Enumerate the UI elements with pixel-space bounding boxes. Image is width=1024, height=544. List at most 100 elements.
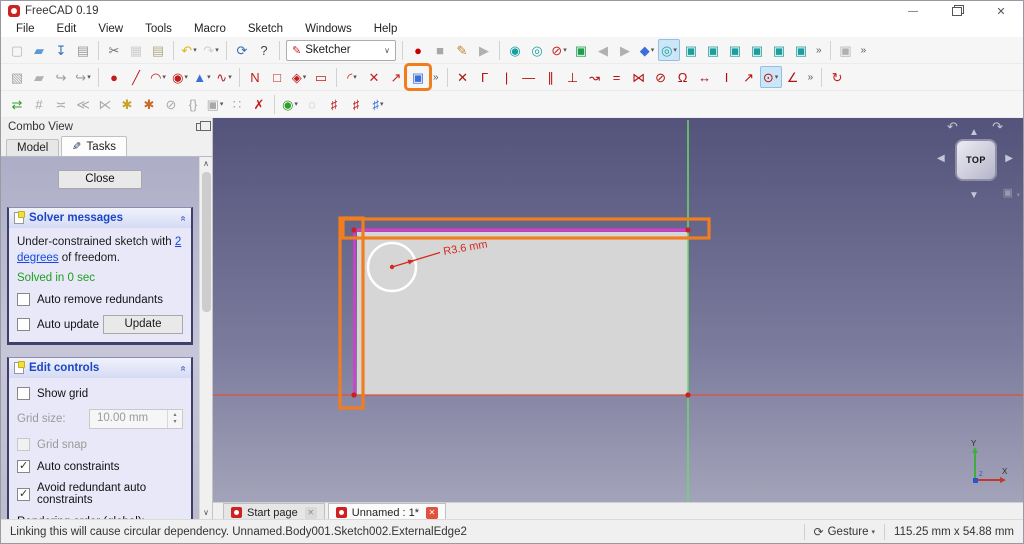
nav-back[interactable]: ◀ (592, 39, 614, 61)
menu-edit[interactable]: Edit (46, 23, 88, 35)
copy[interactable]: ▦ (125, 39, 147, 61)
constrain-vertical[interactable]: | (496, 66, 518, 88)
toolbar-overflow-chevron[interactable]: » (857, 45, 871, 56)
nav-up-arrow-icon[interactable] (969, 127, 979, 138)
nav-style-selector[interactable]: Gesture (814, 525, 876, 539)
view-top[interactable]: ▣ (724, 39, 746, 61)
restore-button[interactable] (935, 1, 979, 21)
update-button[interactable]: Update (103, 315, 183, 334)
scrollbar-thumb[interactable] (202, 172, 211, 312)
constrain-symmetric[interactable]: ⋈ (628, 66, 650, 88)
macro-record[interactable]: ● (407, 39, 429, 61)
scroll-up-icon[interactable] (200, 157, 212, 170)
constrain-parallel[interactable]: ∥ (540, 66, 562, 88)
nav-cube-top-face[interactable]: TOP (955, 139, 997, 181)
scroll-down-icon[interactable] (200, 506, 212, 519)
open-file[interactable]: ▰ (28, 39, 50, 61)
constrain-block[interactable]: ⊘ (650, 66, 672, 88)
undo[interactable]: ↶▾ (178, 39, 200, 61)
create-point[interactable]: ● (103, 66, 125, 88)
zoom-tool[interactable]: ◎▾ (658, 39, 680, 61)
navigation-cube[interactable]: TOP (935, 121, 1015, 201)
avoid-redundant-checkbox[interactable]: Avoid redundant auto constraints (17, 482, 183, 506)
spinner-arrows[interactable] (167, 410, 182, 428)
constrain-tangent[interactable]: ↝ (584, 66, 606, 88)
constrain-distance[interactable]: ↗ (738, 66, 760, 88)
constrain-angle[interactable]: ∠ (782, 66, 804, 88)
close-task-button[interactable]: Close (58, 170, 142, 189)
select-mode[interactable]: ▣ (570, 39, 592, 61)
connect-edges[interactable]: ≍ (50, 93, 72, 115)
macro-play[interactable]: ▶ (473, 39, 495, 61)
restore-internal-geometry[interactable]: ⊘ (160, 93, 182, 115)
constrain-point-on-object[interactable]: Γ (474, 66, 496, 88)
menu-tools[interactable]: Tools (134, 23, 183, 35)
close-shape[interactable]: # (28, 93, 50, 115)
extend-edge[interactable]: ↗ (385, 66, 407, 88)
constrain-perpendicular[interactable]: ⊥ (562, 66, 584, 88)
3d-viewport[interactable]: R3.6 mm TOP (213, 118, 1023, 502)
bspline-degree[interactable]: ♯▾ (367, 93, 389, 115)
view-axonometric[interactable]: ▣ (680, 39, 702, 61)
menu-windows[interactable]: Windows (294, 23, 363, 35)
bspline-knot-multiplicity[interactable]: ♯ (345, 93, 367, 115)
workbench-selector[interactable]: ✎Sketcher∨ (286, 40, 396, 61)
grid-size-spinner[interactable]: 10.00 mm (89, 409, 183, 429)
toggle-driving-constraint[interactable]: ↻ (826, 66, 848, 88)
nav-cube-menu-icon[interactable] (1003, 186, 1013, 199)
auto-constraints-checkbox[interactable]: Auto constraints (17, 460, 183, 473)
menu-help[interactable]: Help (363, 23, 409, 35)
vertex-top-left[interactable] (351, 227, 356, 232)
edit-controls-header[interactable]: Edit controls (9, 358, 191, 378)
refresh[interactable]: ⟳ (231, 39, 253, 61)
symmetry-tool[interactable]: {} (182, 93, 204, 115)
sketch-canvas[interactable]: R3.6 mm (213, 118, 1023, 502)
create-circle[interactable]: ◉▾ (169, 66, 191, 88)
dock-views[interactable]: ▣ (835, 39, 857, 61)
cut[interactable]: ✂ (103, 39, 125, 61)
close-tab-icon[interactable] (426, 507, 438, 519)
new-file[interactable]: ▢ (6, 39, 28, 61)
nav-left-arrow-icon[interactable] (937, 153, 945, 164)
toolbar-overflow-chevron[interactable]: » (812, 45, 826, 56)
constrain-radius[interactable]: ⊙▾ (760, 66, 782, 88)
create-rectangle[interactable]: □ (266, 66, 288, 88)
macro-edit[interactable]: ✎ (451, 39, 473, 61)
menu-sketch[interactable]: Sketch (237, 23, 294, 35)
create-line[interactable]: ╱ (125, 66, 147, 88)
constrain-coincident[interactable]: ✕ (452, 66, 474, 88)
zoom-fit-all[interactable]: ◉ (504, 39, 526, 61)
auto-update-checkbox[interactable] (17, 318, 30, 331)
close-tab-icon[interactable] (305, 507, 317, 519)
make-link[interactable]: ↪ (50, 66, 72, 88)
remove-axes-alignment[interactable]: ✗ (248, 93, 270, 115)
tab-model[interactable]: Model (6, 139, 59, 156)
constrain-distance-x[interactable]: ↔ (694, 66, 716, 88)
view-front[interactable]: ▣ (702, 39, 724, 61)
nav-right-arrow-icon[interactable] (1005, 153, 1013, 164)
save-file[interactable]: ↧ (50, 39, 72, 61)
create-polygon[interactable]: ◈▾ (288, 66, 310, 88)
toolbar-overflow-chevron[interactable]: » (429, 72, 443, 83)
tab-tasks[interactable]: Tasks (61, 136, 127, 156)
toolbar-overflow-chevron[interactable]: » (804, 72, 818, 83)
rectangular-array[interactable]: ∷ (226, 93, 248, 115)
zoom-fit-selection[interactable]: ◎ (526, 39, 548, 61)
collapse-icon[interactable] (178, 215, 189, 221)
make-sub-link[interactable]: ↪▾ (72, 66, 94, 88)
create-conic[interactable]: ▲▾ (191, 66, 213, 88)
select-solver-dofs[interactable]: ⇄ (6, 93, 28, 115)
constrain-equal[interactable]: = (606, 66, 628, 88)
vertex-bottom-left[interactable] (351, 392, 356, 397)
view-bottom[interactable]: ▣ (790, 39, 812, 61)
macro-stop[interactable]: ■ (429, 39, 451, 61)
vertex-bottom-right[interactable] (685, 392, 690, 397)
vertex-top-right[interactable] (685, 227, 690, 232)
view-right[interactable]: ▣ (746, 39, 768, 61)
create-part[interactable]: ▧ (6, 66, 28, 88)
create-group[interactable]: ▰ (28, 66, 50, 88)
circle-center-point[interactable] (390, 265, 394, 269)
create-arc[interactable]: ◠▾ (147, 66, 169, 88)
constrain-lock[interactable]: Ω (672, 66, 694, 88)
select-conflicting-constraints[interactable]: ✱ (138, 93, 160, 115)
